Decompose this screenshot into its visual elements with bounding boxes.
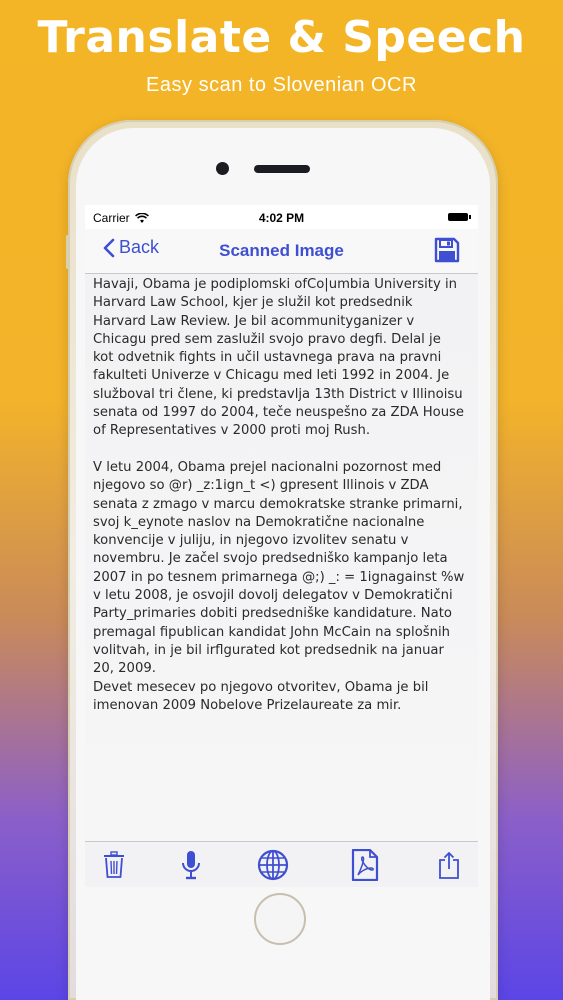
earpiece-speaker [254, 165, 310, 173]
promo-subtitle: Easy scan to Slovenian OCR [146, 74, 417, 96]
microphone-icon [182, 851, 200, 880]
ocr-text-area[interactable]: Havaji, Obama je podiplomski ofCo|umbia … [85, 274, 478, 841]
floppy-disk-icon [434, 237, 460, 263]
share-button[interactable] [432, 848, 466, 882]
pdf-export-button[interactable] [348, 848, 382, 882]
globe-icon [257, 849, 289, 881]
pdf-icon [351, 849, 379, 881]
navigation-bar: Back Scanned Image [85, 229, 478, 274]
front-camera [216, 162, 229, 175]
translate-button[interactable] [256, 848, 290, 882]
status-time: 4:02 PM [258, 211, 305, 225]
status-bar: Carrier 4:02 PM [85, 205, 478, 229]
ocr-text: Havaji, Obama je podiplomski ofCo|umbia … [93, 277, 465, 713]
promo-title: Translate & Speech [37, 12, 526, 63]
phone-side-button [66, 235, 69, 269]
delete-button[interactable] [97, 848, 131, 882]
save-button[interactable] [434, 237, 460, 268]
bottom-toolbar [85, 841, 478, 887]
app-screen: Carrier 4:02 PM Back Scanned Image Havaj… [85, 205, 478, 887]
share-icon [439, 852, 459, 879]
home-button[interactable] [254, 893, 306, 945]
trash-icon [104, 851, 124, 878]
speech-button[interactable] [174, 848, 208, 882]
battery-icon [448, 213, 471, 221]
page-title: Scanned Image [219, 241, 344, 260]
